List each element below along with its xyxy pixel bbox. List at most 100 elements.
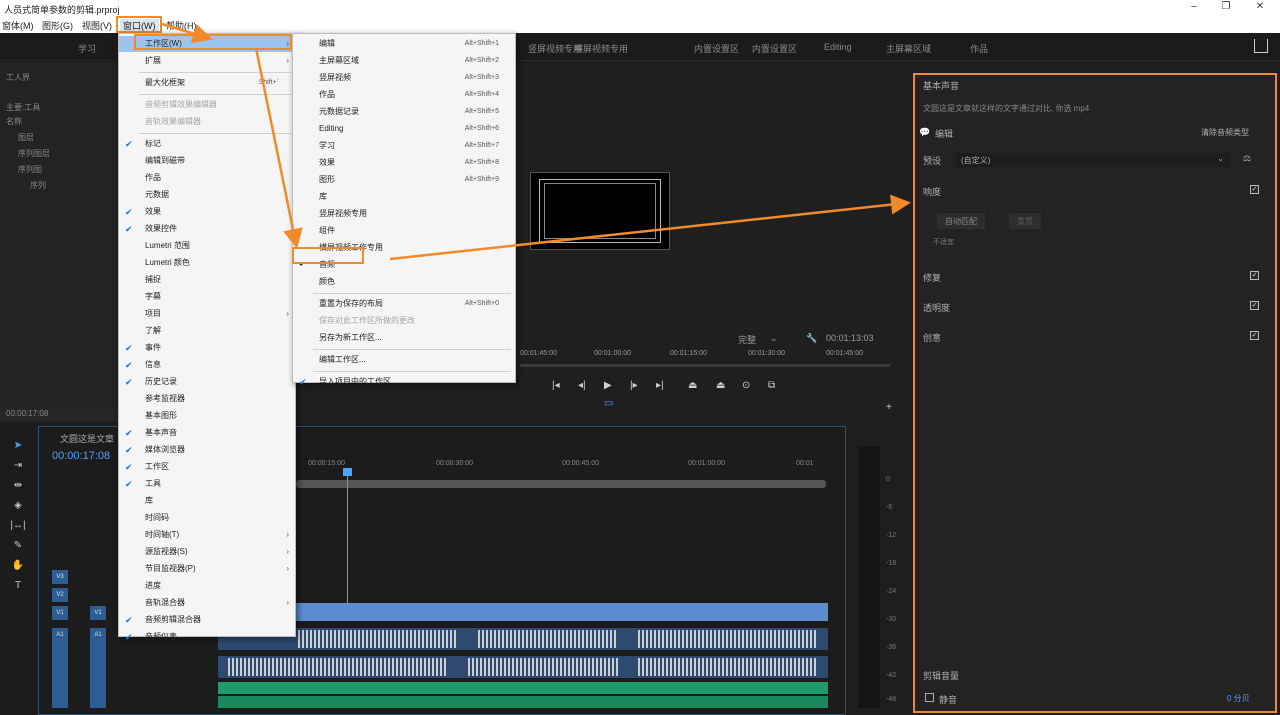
wrench-icon[interactable]: 🔧 [806,333,817,344]
window-menu-item[interactable]: 项目 › [119,306,295,322]
hand-icon[interactable]: ✋ [10,560,26,574]
audio-clip-a3[interactable] [218,682,828,694]
compare-icon[interactable]: ⧉ [768,380,775,391]
window-menu-item[interactable]: Lumetri 颜色 [119,255,295,271]
window-menu-item[interactable]: ✔ 工作区 [119,459,295,475]
window-menu-item[interactable]: 时间码 [119,510,295,526]
window-menu-item[interactable]: ✔ 工具 [119,476,295,492]
text-tool-icon[interactable]: T [10,580,26,594]
workspace-submenu-item[interactable]: 编辑工作区... [293,352,515,368]
workspace-submenu-item[interactable]: 图形 Alt+Shift+9 [293,172,515,188]
timeline-scrollbar[interactable] [296,480,826,488]
workspace-tab-0[interactable]: 学习 [78,42,96,55]
audio-clip-a1[interactable] [218,628,828,650]
window-menu-item[interactable]: 作品 [119,170,295,186]
ripple-edit-icon[interactable]: ⇹ [10,480,26,494]
selection-tool-icon[interactable]: ➤ [10,440,26,454]
mark-out-icon[interactable]: ▸| [656,380,664,391]
window-menu-item[interactable]: 了解 [119,323,295,339]
workspace-submenu-item[interactable]: Editing Alt+Shift+6 [293,121,515,137]
track-v1-source[interactable]: V1 [90,606,106,620]
track-v1-target[interactable]: V1 [52,606,68,620]
window-menu-item[interactable]: ✔ 媒体浏览器 [119,442,295,458]
loudness-checkbox[interactable]: ✓ [1250,185,1259,194]
clip-volume-value[interactable]: 0 分贝 [1227,693,1250,704]
window-menu-item[interactable]: ✔ 基本声音 [119,425,295,441]
track-a1-target[interactable]: A1 [52,628,68,708]
workspace-submenu-item[interactable]: 元数据记录 Alt+Shift+5 [293,104,515,120]
repair-checkbox[interactable]: ✓ [1250,271,1259,280]
menu-item-0[interactable]: 窗体(M) [2,19,34,32]
workspace-tab-9[interactable]: 横屏视频专用 [574,42,628,55]
project-row-2[interactable]: 序列图 [18,164,42,175]
project-row-0[interactable]: 图层 [18,132,34,143]
step-back-icon[interactable]: ◂| [578,380,586,391]
mute-checkbox[interactable] [925,693,934,702]
window-menu-item[interactable]: 时间轴(T) › [119,527,295,543]
window-menu-item[interactable]: 字幕 [119,289,295,305]
add-button-icon[interactable]: + [886,402,892,413]
window-menu-item[interactable]: 节目监视器(P) › [119,561,295,577]
window-menu-item[interactable]: 扩展 › [119,53,295,69]
window-menu-item[interactable]: 最大化框架 Shift+` [119,75,295,91]
section-repair[interactable]: 修复 [923,271,941,284]
window-menu-item[interactable]: ✔ 效果控件 [119,221,295,237]
monitor-preview[interactable] [530,172,670,250]
workspace-submenu-item[interactable]: 竖屏视频专用 [293,206,515,222]
menu-item-2[interactable]: 视图(V) [82,19,112,32]
timeline-ruler[interactable]: 00:00:15:00 00:00:30:00 00:00:45:00 00:0… [296,458,826,476]
workspace-submenu-item[interactable]: 作品 Alt+Shift+4 [293,87,515,103]
mark-in-icon[interactable]: |◂ [552,380,560,391]
window-menu-item[interactable]: ✔ 历史记录 [119,374,295,390]
clarity-checkbox[interactable]: ✓ [1250,301,1259,310]
window-menu-item[interactable]: ✔ 信息 [119,357,295,373]
window-menu-item[interactable]: Lumetri 范围 [119,238,295,254]
auto-match-button[interactable]: 自动匹配 [937,213,985,229]
workspace-submenu-item[interactable]: 组件 [293,223,515,239]
project-subtab[interactable]: 主要:工具 [6,102,40,113]
timeline-timecode[interactable]: 00:00:17:08 [52,450,110,462]
monitor-scrubber[interactable] [520,364,890,367]
workspace-tab-10[interactable]: 内置设置区 [694,42,739,55]
window-menu-item[interactable]: 源监视器(S) › [119,544,295,560]
creative-checkbox[interactable]: ✓ [1250,331,1259,340]
section-clarity[interactable]: 透明度 [923,301,950,314]
workspace-submenu-item[interactable]: 颜色 [293,274,515,290]
window-menu-item[interactable]: ✔ 标记 [119,136,295,152]
track-v2-target[interactable]: V2 [52,588,68,602]
workspace-submenu-item[interactable]: 库 [293,189,515,205]
workspace-tab-12[interactable]: 主屏幕区域 [886,42,931,55]
project-row-1[interactable]: 序列图层 [18,148,50,159]
maximize-icon[interactable]: ❐ [1216,1,1236,15]
button-editor-icon[interactable]: ▭ [604,398,613,409]
section-creative[interactable]: 创意 [923,331,941,344]
menu-item-4[interactable]: 帮助(H) [166,19,197,32]
reset-button[interactable]: 重置 [1009,213,1041,229]
close-icon[interactable]: ✕ [1250,1,1270,15]
video-clip[interactable] [296,603,828,621]
project-tab[interactable]: 工人界 [6,72,30,83]
menu-item-1[interactable]: 图形(G) [42,19,73,32]
workspace-submenu-item[interactable]: 竖屏视频 Alt+Shift+3 [293,70,515,86]
workspace-submenu-item[interactable]: 主屏幕区域 Alt+Shift+2 [293,53,515,69]
window-menu-item[interactable]: ✔ 事件 [119,340,295,356]
workspace-submenu-item[interactable]: 重置为保存的布局 Alt+Shift+0 [293,296,515,312]
minimize-icon[interactable]: – [1184,1,1204,15]
extract-icon[interactable]: ⏏ [716,380,725,391]
workspace-submenu-item[interactable]: ✔ 导入项目中的工作区 [293,374,515,390]
window-menu-item[interactable]: 库 [119,493,295,509]
track-select-icon[interactable]: ⇥ [10,460,26,474]
play-icon[interactable]: ▶ [604,380,612,391]
lift-icon[interactable]: ⏏ [688,380,697,391]
audio-clip-a2[interactable] [218,656,828,678]
window-menu-item[interactable]: 参考监视器 [119,391,295,407]
window-menu-item[interactable]: 进度 [119,578,295,594]
workspace-submenu-item[interactable]: 编辑 Alt+Shift+1 [293,36,515,52]
camera-icon[interactable]: ⊙ [742,380,750,391]
workspace-tab-10b[interactable]: 内置设置区 [752,42,797,55]
window-menu-item[interactable]: ✔ 音频剪辑混合器 [119,612,295,628]
window-menu-item[interactable]: 捕捉 [119,272,295,288]
chevron-down-icon[interactable]: ⌄ [770,333,778,344]
window-menu-item[interactable]: 编辑到磁带 [119,153,295,169]
save-preset-icon[interactable]: ⚖ [1243,153,1251,164]
